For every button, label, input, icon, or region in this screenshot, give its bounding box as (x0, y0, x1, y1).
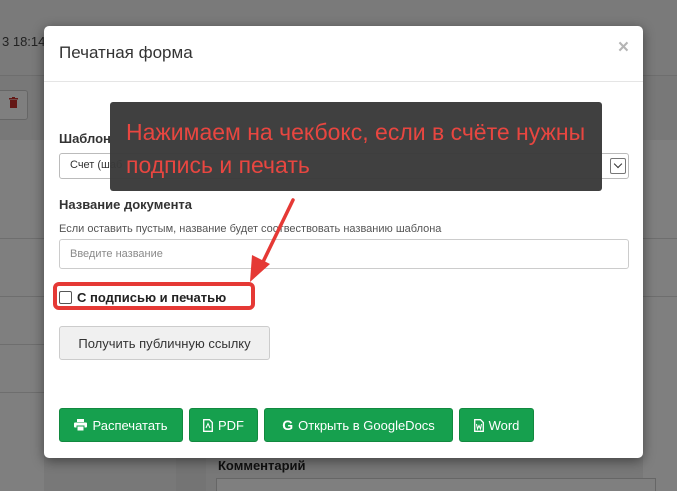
arrow-icon (250, 198, 295, 282)
